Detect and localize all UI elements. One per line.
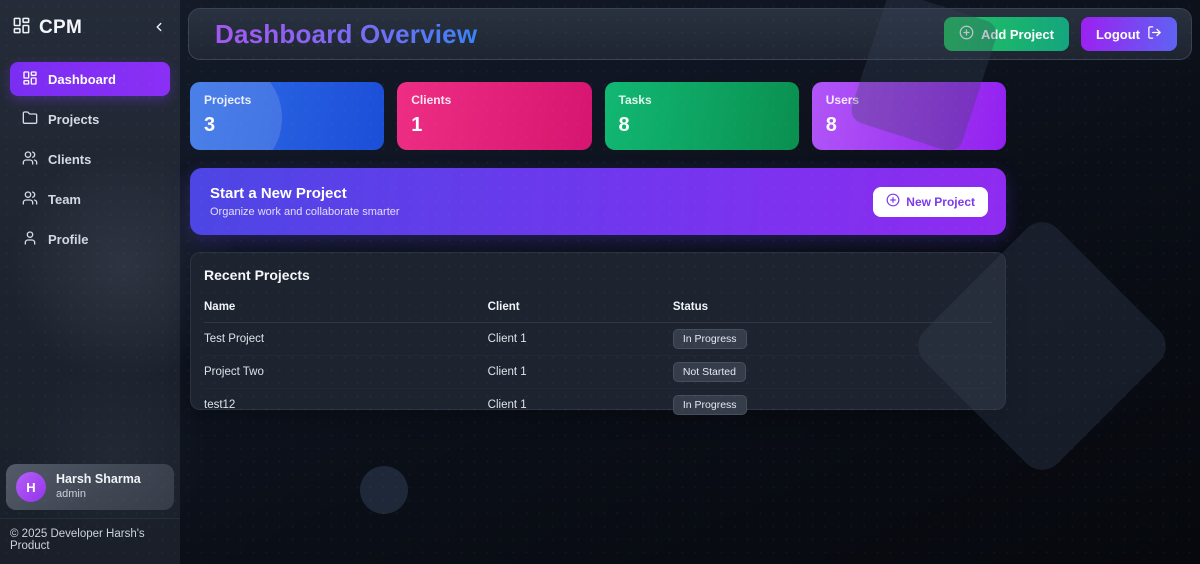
sidebar-nav: Dashboard Projects Clients Team Profile xyxy=(0,54,180,256)
project-name-cell: Project Two xyxy=(204,366,264,378)
plus-circle-icon xyxy=(886,193,900,210)
plus-circle-icon xyxy=(959,25,974,43)
chevron-left-icon xyxy=(152,20,166,37)
status-cell: In Progress xyxy=(672,395,992,415)
project-name-cell: test12 xyxy=(204,399,236,411)
add-project-label: Add Project xyxy=(980,26,1054,42)
status-cell: Not Started xyxy=(672,362,992,382)
stat-label: Projects xyxy=(204,93,252,107)
logout-icon xyxy=(1147,25,1162,43)
recent-projects-card: Recent Projects Name Client Status Test … xyxy=(190,252,1006,415)
table-row: Project Two Client 1 Not Started xyxy=(204,356,992,389)
user-icon xyxy=(22,230,38,249)
topbar: Dashboard Overview Add Project Logout xyxy=(188,8,1192,60)
user-name: Harsh Sharma xyxy=(56,472,141,487)
table-row: test12 Client 1 In Progress xyxy=(204,389,992,421)
table-header-row: Name Client Status xyxy=(204,295,992,323)
dashboard-grid-icon xyxy=(22,70,38,89)
stat-value: 8 xyxy=(825,114,837,136)
sidebar-item-profile[interactable]: Profile xyxy=(10,222,170,256)
user-info: Harsh Sharma admin xyxy=(56,472,141,501)
page-title: Dashboard Overview xyxy=(215,18,478,49)
new-project-label: New Project xyxy=(906,194,975,209)
status-badge: Not Started xyxy=(672,362,746,382)
brand-row: CPM xyxy=(0,0,180,54)
copyright-footer: © 2025 Developer Harsh's Product xyxy=(0,518,180,564)
sidebar-item-projects[interactable]: Projects xyxy=(10,102,170,136)
logout-button[interactable]: Logout xyxy=(1080,17,1177,51)
stat-card-tasks: Tasks 8 xyxy=(604,82,799,150)
banner-title: Start a New Project xyxy=(210,185,347,202)
stat-card-clients: Clients 1 xyxy=(397,82,592,150)
circle-decor xyxy=(360,466,408,514)
stat-value: 1 xyxy=(411,114,423,136)
stat-label: Tasks xyxy=(618,93,652,107)
sidebar-item-dashboard[interactable]: Dashboard xyxy=(10,62,170,96)
sidebar-item-team[interactable]: Team xyxy=(10,182,170,216)
sidebar-collapse-button[interactable] xyxy=(150,18,168,39)
new-project-banner: Start a New Project Organize work and co… xyxy=(190,168,1006,235)
sidebar: CPM Dashboard Projects Clients Team Prof… xyxy=(0,0,180,564)
status-badge: In Progress xyxy=(672,395,747,415)
new-project-button[interactable]: New Project xyxy=(873,186,988,217)
sidebar-item-label: Projects xyxy=(48,111,100,127)
column-header-status: Status xyxy=(672,301,708,313)
banner-subtitle: Organize work and collaborate smarter xyxy=(210,206,400,218)
stat-label: Users xyxy=(825,93,860,107)
stat-label: Clients xyxy=(411,93,452,107)
stat-card-users: Users 8 xyxy=(811,82,1006,150)
table-body: Test Project Client 1 In Progress Projec… xyxy=(204,323,992,421)
recent-projects-table: Name Client Status Test Project Client 1… xyxy=(204,295,992,421)
stat-card-projects: Projects 3 xyxy=(190,82,385,150)
stat-value: 3 xyxy=(204,114,216,136)
sidebar-item-clients[interactable]: Clients xyxy=(10,142,170,176)
recent-projects-title: Recent Projects xyxy=(204,267,310,283)
user-card[interactable]: H Harsh Sharma admin xyxy=(6,464,174,510)
app-logo-grid-icon xyxy=(12,16,31,40)
column-header-client: Client xyxy=(487,301,520,313)
avatar: H xyxy=(16,472,46,502)
stats-row: Projects 3 Clients 1 Tasks 8 Users 8 xyxy=(190,82,1006,150)
user-role: admin xyxy=(56,487,86,500)
column-header-name: Name xyxy=(204,301,236,313)
sidebar-item-label: Clients xyxy=(48,151,92,167)
folder-icon xyxy=(22,110,38,129)
main-content: Projects 3 Clients 1 Tasks 8 Users 8 Sta… xyxy=(190,82,1006,415)
logout-label: Logout xyxy=(1095,26,1140,42)
sidebar-item-label: Team xyxy=(48,191,81,207)
stat-value: 8 xyxy=(618,114,630,136)
project-name-cell: Test Project xyxy=(204,333,265,345)
banner-text: Start a New Project Organize work and co… xyxy=(210,185,400,218)
status-cell: In Progress xyxy=(672,329,992,349)
users-icon xyxy=(22,190,38,209)
status-badge: In Progress xyxy=(672,329,747,349)
client-cell: Client 1 xyxy=(487,399,527,411)
client-cell: Client 1 xyxy=(487,333,527,345)
add-project-button[interactable]: Add Project xyxy=(943,17,1069,51)
brand-name: CPM xyxy=(39,17,83,38)
sidebar-item-label: Dashboard xyxy=(48,71,116,87)
topbar-actions: Add Project Logout xyxy=(943,17,1177,51)
sidebar-item-label: Profile xyxy=(48,231,89,247)
client-cell: Client 1 xyxy=(487,366,527,378)
users-icon xyxy=(22,150,38,169)
table-row: Test Project Client 1 In Progress xyxy=(204,323,992,356)
